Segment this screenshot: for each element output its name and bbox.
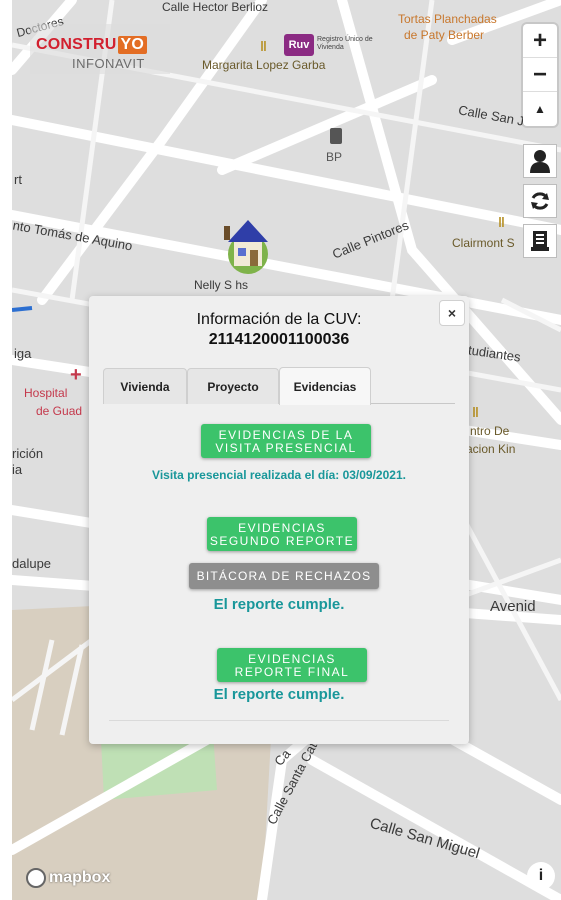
app-frame: Calle Hector Berlioz Doctores Tortas Pla… [12, 0, 561, 900]
house-marker-icon[interactable] [216, 214, 276, 274]
ruv-logo-text: Registro Único de Vivienda [317, 36, 373, 51]
info-icon: i [538, 867, 544, 884]
mapbox-label: mapbox [49, 869, 111, 886]
modal-title-label: Información de la CUV: [196, 311, 362, 328]
evidencias-segundo-button[interactable]: EVIDENCIAS SEGUNDO REPORTE [207, 517, 357, 551]
street-label: ia [12, 462, 23, 477]
mapbox-icon [26, 868, 46, 888]
mapbox-logo[interactable]: mapbox [26, 868, 110, 888]
tab-proyecto[interactable]: Proyecto [187, 368, 279, 404]
poi-label: Tortas Planchadas [398, 12, 497, 26]
modal-title: Información de la CUV: 2114120001100036 [89, 310, 469, 350]
tab-vivienda[interactable]: Vivienda [103, 368, 187, 404]
street-label: rt [14, 172, 22, 187]
reporte-final-message: El reporte cumple. [213, 686, 345, 703]
zoom-out-button[interactable]: − [523, 58, 557, 92]
zoom-controls: + − ▲ [523, 24, 557, 126]
gas-station-icon [330, 128, 342, 144]
compass-icon: ▲ [534, 102, 546, 116]
ruv-logo-mark: Ruv [284, 34, 314, 56]
construyo-logo: CONSTRU YO INFONAVIT [30, 24, 170, 74]
tab-evidencias[interactable]: Evidencias [279, 367, 371, 405]
user-location-button[interactable] [523, 144, 557, 178]
compass-button[interactable]: ▲ [523, 92, 557, 126]
poi-label: ntro De [470, 424, 510, 438]
street-label: Avenid [490, 598, 536, 615]
restaurant-icon: ‖ [260, 38, 267, 54]
hospital-icon: + [70, 364, 82, 386]
street-label: dalupe [12, 556, 52, 571]
poi-label: de Guad [36, 404, 83, 418]
visita-message: Visita presencial realizada el día: 03/0… [152, 468, 406, 482]
zoom-in-button[interactable]: + [523, 24, 557, 58]
tab-bar: Vivienda Proyecto Evidencias [103, 366, 455, 405]
evidencias-visita-line2: VISITA PRESENCIAL [215, 441, 357, 455]
cuv-info-modal: × Información de la CUV: 211412000110003… [89, 296, 469, 744]
cuv-number: 2114120001100036 [208, 331, 350, 348]
refresh-icon [531, 192, 549, 210]
refresh-button[interactable] [523, 184, 557, 218]
restaurant-icon: ‖ [472, 404, 479, 420]
restaurant-icon: ‖ [498, 214, 505, 230]
modal-divider [109, 720, 449, 721]
construyo-logo-yo: YO [117, 36, 148, 54]
person-icon [530, 150, 550, 173]
street-label: iga [14, 346, 32, 361]
evidencias-visita-button[interactable]: EVIDENCIAS DE LA VISITA PRESENCIAL [201, 424, 371, 458]
street-label: Calle Hector Berlioz [162, 0, 269, 14]
poi-label: acion Kin [466, 442, 516, 456]
segundo-reporte-message: El reporte cumple. [213, 596, 345, 613]
poi-label: Clairmont S [452, 236, 515, 250]
poi-label: Margarita Lopez Garba [202, 58, 326, 72]
bitacora-rechazos-button[interactable]: BITÁCORA DE RECHAZOS [189, 563, 379, 589]
poi-label: Hospital [24, 386, 68, 400]
evidencias-final-button[interactable]: EVIDENCIAS REPORTE FINAL [217, 648, 367, 682]
ruv-logo: Ruv Registro Único de Vivienda [284, 30, 376, 60]
infonavit-label: INFONAVIT [72, 56, 145, 71]
info-button[interactable]: i [527, 862, 555, 890]
evidencias-final-line2: REPORTE FINAL [234, 665, 350, 679]
construyo-logo-text: CONSTRU [36, 36, 117, 53]
poi-label: BP [326, 150, 343, 164]
document-icon [531, 231, 549, 251]
marker-label: Nelly S hs [194, 278, 249, 292]
evidencias-segundo-line2: SEGUNDO REPORTE [209, 534, 355, 548]
document-button[interactable] [523, 224, 557, 258]
poi-label: de Paty Berber [404, 28, 485, 42]
street-label: rición [12, 446, 44, 461]
